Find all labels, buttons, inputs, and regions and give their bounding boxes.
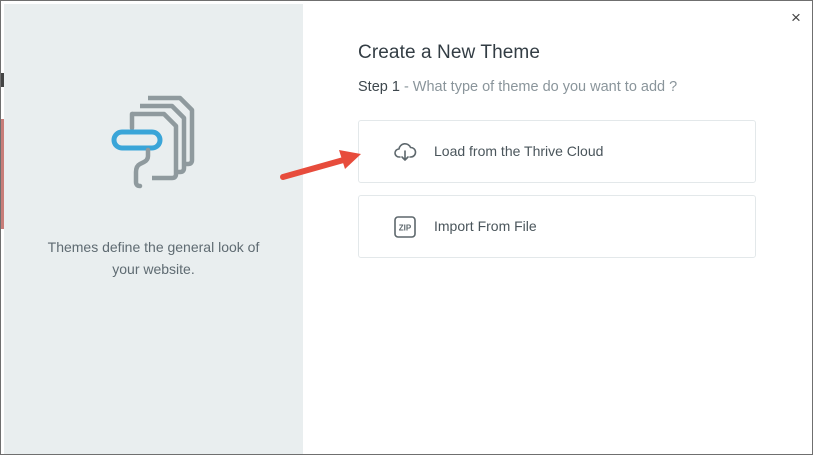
- left-info-panel: Themes define the general look of your w…: [4, 4, 303, 454]
- step-question: - What type of theme do you want to add …: [403, 79, 678, 95]
- cloud-download-icon: [394, 143, 417, 161]
- step-instruction: Step 1 - What type of theme do you want …: [358, 79, 677, 95]
- dialog-title: Create a New Theme: [358, 42, 541, 63]
- step-number: Step 1: [358, 79, 400, 95]
- theme-pages-icon: [111, 95, 195, 189]
- load-from-cloud-label: Load from the Thrive Cloud: [434, 143, 604, 159]
- load-from-cloud-option[interactable]: Load from the Thrive Cloud: [358, 120, 756, 183]
- import-from-file-label: Import From File: [434, 218, 537, 234]
- close-button[interactable]: ×: [787, 9, 805, 27]
- zip-file-icon: ZIP: [394, 216, 416, 238]
- left-panel-caption: Themes define the general look of your w…: [47, 239, 260, 277]
- import-from-file-option[interactable]: ZIP Import From File: [358, 195, 756, 258]
- zip-icon-text: ZIP: [399, 224, 412, 233]
- dialog-window: Themes define the general look of your w…: [0, 0, 813, 455]
- red-pointer-arrow: [280, 150, 361, 180]
